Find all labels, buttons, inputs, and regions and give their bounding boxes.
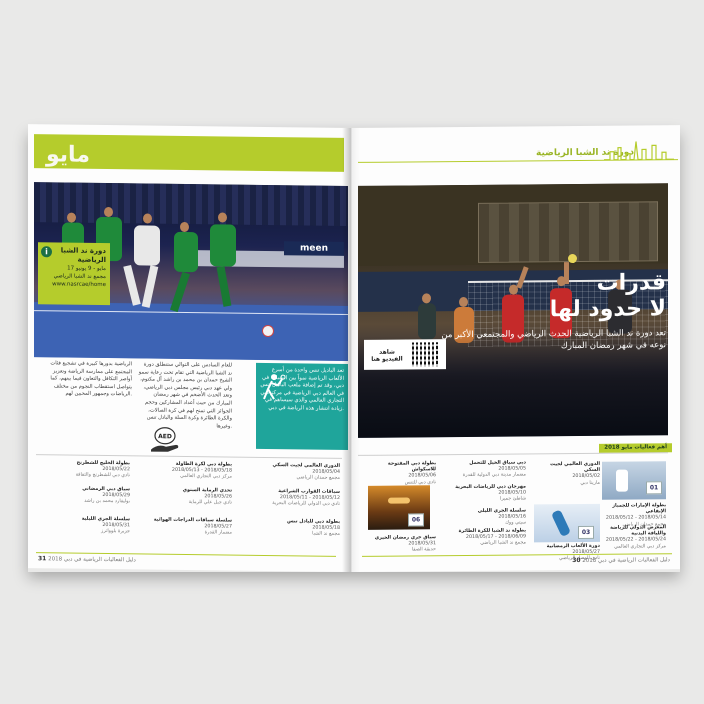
event-thumbnail: 01 — [602, 461, 666, 500]
magazine-spread: مايو meen i دورة ند الشبا الرياضية 17 ما… — [28, 124, 680, 573]
footer-title: دليل الفعاليات الرياضية في دبي 2018 — [582, 557, 670, 564]
event-item: بطولة ند الشبا للكرة الطائرة 2018/05/17 … — [458, 528, 526, 547]
event-item: مهرجان دبي للرياضات البحرية 2018/05/10 ش… — [455, 484, 526, 503]
event-item: بطولة الخليج للشطرنج 2018/05/22 نادي دبي… — [75, 460, 130, 479]
event-thumbnail: 03 — [534, 503, 600, 543]
event-item: بطولة دبي المفتوحة للاسكواش 2018/05/06 ن… — [387, 461, 436, 486]
subheadline: تعد دورة ند الشبا الرياضية الحدث الرياضي… — [441, 328, 666, 352]
tennis-player-icon — [263, 374, 286, 400]
event-item: سباقات القوارب الشراعية 2018/05/11 - 201… — [272, 489, 340, 508]
event-item: بطولة دبي لكرة الطاولة 2018/05/13 - 2018… — [171, 461, 232, 480]
thumb-badge: 06 — [408, 513, 424, 527]
page-number: 31 — [38, 555, 47, 563]
right-page: دورة ند الشبا الرياضية قدرات لا حدود لها… — [350, 125, 680, 573]
article-column-middle: للعام السادس على التوالي ستنطلق دورة ند … — [138, 361, 232, 430]
month-header-band: مايو — [34, 134, 344, 172]
dubai-skyline-icon — [604, 141, 674, 161]
event-item: سلسلة الجري الليلي 2018/05/16 سيتي ووك — [477, 508, 526, 527]
events-divider — [358, 452, 668, 456]
event-item: المعرض الدولي للرياضة واللياقة البدنية 2… — [605, 525, 666, 550]
event-item: سباق جري رمضان الخيري 2018/05/31 حديقة ا… — [374, 535, 436, 553]
event-item: سلسلة سباقات الدراجات الهوائية 2018/05/2… — [153, 517, 232, 536]
left-page: مايو meen i دورة ند الشبا الرياضية 17 ما… — [28, 124, 350, 573]
event-item: الدوري العالمي لجيت السكي 2018/05/02 مار… — [550, 461, 600, 486]
headline: قدرات لا حدود لها — [550, 270, 666, 323]
info-icon: i — [41, 246, 52, 258]
month-title: مايو — [46, 142, 90, 168]
event-item: تحدي الرماية السنوي 2018/05/26 نادي جبل … — [182, 487, 232, 506]
headline-line1: قدرات — [596, 270, 666, 296]
page-number: 30 — [572, 556, 581, 565]
event-item: دبي سباق الخيل للتحمل 2018/05/05 مضمار م… — [462, 460, 526, 479]
qr-caption: شاهد الفيديو هنا — [371, 348, 403, 363]
event-thumbnail: 06 — [368, 485, 430, 530]
event-item: بطولة دبي للبادل تنس 2018/05/18 مجمع ند … — [287, 519, 340, 538]
page-footer: 31 دليل الفعاليات الرياضية في دبي 2018 — [38, 555, 136, 563]
series-header: دورة ند الشبا الرياضية — [358, 135, 678, 172]
event-item: سباق دبي الرمضاني 2018/05/29 بوليفارد مح… — [82, 486, 130, 505]
money-hand-icon: AED — [151, 427, 179, 452]
event-badge-website: www.nasrcae/home — [52, 281, 106, 289]
qr-code-icon[interactable] — [412, 342, 438, 367]
event-info-badge: i دورة ند الشبا الرياضية 17 مايو - 9 يون… — [38, 242, 110, 306]
page-footer: دليل الفعاليات الرياضية في دبي 2018 30 — [572, 556, 670, 564]
article-column-left: الرياضية بدورها كبيرة في تشجيع فئات المج… — [50, 360, 132, 398]
footer-title: دليل الفعاليات الرياضية في دبي 2018 — [48, 556, 136, 564]
money-label: AED — [158, 433, 172, 440]
thumb-badge: 03 — [578, 525, 594, 540]
event-item: الدوري العالمي لجيت السكي 2018/05/04 مجم… — [272, 463, 340, 482]
qr-code-box[interactable]: شاهد الفيديو هنا — [364, 339, 446, 370]
thumb-badge: 01 — [646, 481, 662, 495]
headline-line2: لا حدود لها — [549, 296, 666, 323]
article-body: الرياضية بدورها كبيرة في تشجيع فئات المج… — [40, 360, 348, 456]
event-item: سلسلة الجري الليلية 2018/05/31 جزيرة بلو… — [81, 516, 130, 535]
